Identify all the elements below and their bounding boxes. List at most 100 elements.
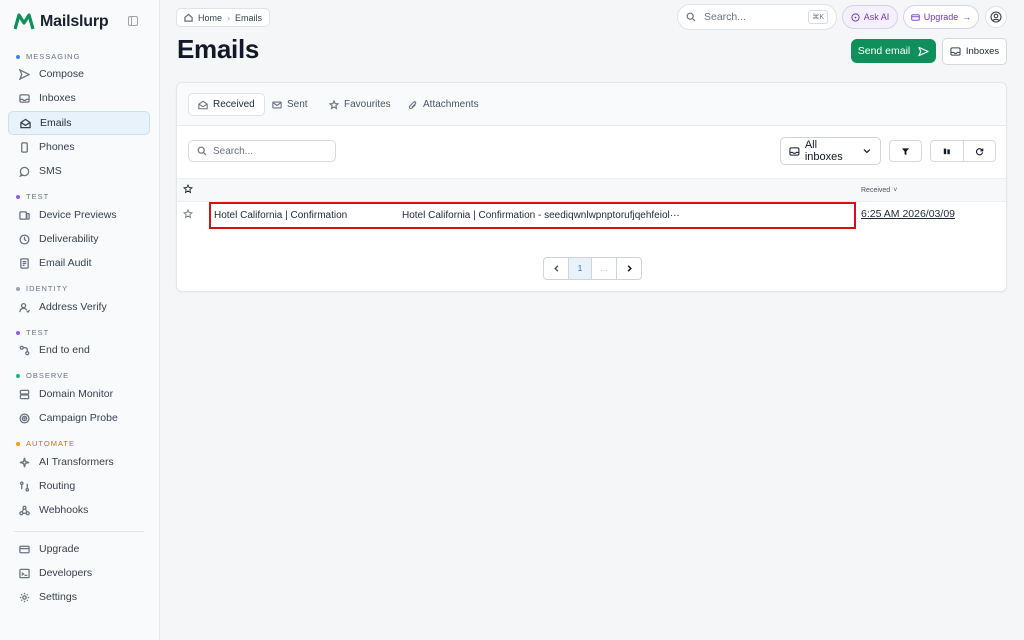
send-icon (18, 68, 30, 80)
inbox-filter-value: All inboxes (804, 139, 843, 163)
table-row[interactable]: Hotel California | Confirmation Hotel Ca… (177, 202, 1006, 230)
chat-icon (18, 165, 30, 177)
account-menu-button[interactable] (985, 6, 1007, 28)
sidebar-item-address-verify[interactable]: Address Verify (8, 295, 150, 319)
ask-ai-button[interactable]: Ask AI (842, 5, 898, 29)
breadcrumb-home[interactable]: Home (198, 13, 222, 23)
section-label-messaging: MESSAGING (16, 52, 80, 61)
sidebar-item-deliverability[interactable]: Deliverability (8, 227, 150, 251)
upgrade-button[interactable]: Upgrade → (903, 5, 979, 29)
section-label-text: AUTOMATE (26, 439, 75, 448)
page-button-current[interactable]: 1 (568, 258, 591, 279)
sidebar-item-label: Settings (39, 591, 77, 603)
send-email-button[interactable]: Send email (851, 39, 936, 63)
chevron-down-icon (863, 149, 871, 154)
previous-page-button[interactable] (544, 258, 568, 279)
section-label-identity: IDENTITY (16, 284, 68, 293)
sidebar-item-phones[interactable]: Phones (8, 135, 150, 159)
sidebar-item-sms[interactable]: SMS (8, 159, 150, 183)
global-search-input[interactable]: Search... ⌘K (677, 4, 837, 30)
sidebar-item-inboxes[interactable]: Inboxes (8, 86, 150, 110)
sidebar-item-settings[interactable]: Settings (8, 585, 150, 609)
sidebar-item-device-previews[interactable]: Device Previews (8, 203, 150, 227)
star-icon[interactable] (183, 209, 193, 219)
paperclip-icon (408, 100, 417, 109)
sidebar-item-campaign-probe[interactable]: Campaign Probe (8, 406, 150, 430)
sidebar: Mailslurp MESSAGING Compose Inboxes Emai… (0, 0, 160, 640)
sidebar-item-routing[interactable]: Routing (8, 474, 150, 498)
email-search-input[interactable]: Search... (188, 140, 336, 162)
list-actions-group (930, 140, 996, 162)
sidebar-item-label: Deliverability (39, 233, 99, 245)
breadcrumb-separator-icon: › (227, 12, 231, 23)
filter-button[interactable] (889, 140, 922, 162)
inboxes-button[interactable]: Inboxes (942, 38, 1007, 65)
sidebar-item-label: Routing (39, 480, 76, 492)
next-page-button[interactable] (617, 258, 641, 279)
probe-icon (18, 412, 30, 424)
chevron-right-icon (627, 265, 632, 272)
sidebar-item-label: Upgrade (39, 543, 80, 555)
sidebar-divider (14, 531, 144, 532)
chevron-left-icon (553, 265, 558, 272)
ai-chat-icon (851, 12, 860, 22)
sidebar-item-label: Webhooks (39, 504, 89, 516)
page-title: Emails (177, 34, 260, 64)
inbox-icon (18, 92, 30, 104)
tab-bar: Received Sent Favourites Attachments (177, 83, 1006, 126)
refresh-button[interactable] (962, 141, 996, 161)
inbox-filter-select[interactable]: All inboxes (780, 137, 881, 165)
email-sender[interactable]: Hotel California | Confirmation (214, 210, 347, 221)
section-dot (16, 54, 20, 59)
tab-favourites[interactable]: Favourites (320, 93, 400, 116)
bulk-action-button[interactable] (931, 141, 963, 161)
email-received-time[interactable]: 6:25 AM 2026/03/09 (861, 208, 955, 220)
clock-icon (18, 233, 30, 245)
user-check-icon (18, 301, 30, 313)
sidebar-item-label: Phones (39, 141, 75, 153)
send-email-label: Send email (857, 45, 911, 57)
sidebar-item-domain-monitor[interactable]: Domain Monitor (8, 382, 150, 406)
server-icon (18, 388, 30, 400)
sidebar-item-end-to-end[interactable]: End to end (8, 338, 150, 362)
sidebar-item-label: SMS (39, 165, 62, 177)
sidebar-item-upgrade[interactable]: Upgrade (8, 537, 150, 561)
mailslurp-logo-icon (14, 13, 35, 30)
sidebar-item-ai-transformers[interactable]: AI Transformers (8, 450, 150, 474)
tab-attachments[interactable]: Attachments (399, 93, 488, 116)
tab-sent[interactable]: Sent (263, 93, 317, 116)
sort-received-header[interactable]: Received ˅ (861, 187, 897, 194)
sidebar-item-webhooks[interactable]: Webhooks (8, 498, 150, 522)
ask-ai-label: Ask AI (863, 12, 890, 22)
filter-icon (901, 147, 910, 155)
emails-card: Received Sent Favourites Attachments Sea… (176, 82, 1007, 292)
section-label-text: TEST (26, 192, 50, 201)
tab-received[interactable]: Received (188, 93, 265, 116)
section-label-test: TEST (16, 192, 49, 201)
email-subject[interactable]: Hotel California | Confirmation - seediq… (402, 210, 680, 221)
card-icon (911, 13, 920, 21)
section-label-text: OBSERVE (26, 371, 70, 380)
sidebar-item-developers[interactable]: Developers (8, 561, 150, 585)
sidebar-item-label: Address Verify (39, 301, 107, 313)
sidebar-item-emails[interactable]: Emails (8, 111, 150, 135)
upgrade-label: Upgrade (923, 12, 959, 22)
sidebar-item-compose[interactable]: Compose (8, 62, 150, 86)
section-label-text: TEST (26, 328, 50, 337)
app-name: Mailslurp (40, 13, 109, 30)
sidebar-item-label: AI Transformers (39, 456, 114, 468)
section-dot (16, 373, 20, 378)
columns-icon (943, 148, 950, 155)
sidebar-item-label: Campaign Probe (39, 412, 118, 424)
logo[interactable]: Mailslurp (14, 12, 109, 32)
gear-icon (18, 591, 30, 603)
star-icon[interactable] (183, 184, 193, 194)
tab-label: Attachments (423, 99, 479, 110)
tab-label: Favourites (344, 99, 391, 110)
refresh-icon (975, 147, 984, 155)
section-label-test-2: TEST (16, 328, 49, 337)
breadcrumb-current: Emails (235, 12, 263, 23)
sidebar-collapse-icon[interactable] (127, 15, 139, 27)
sidebar-item-email-audit[interactable]: Email Audit (8, 251, 150, 275)
section-dot (16, 330, 20, 335)
